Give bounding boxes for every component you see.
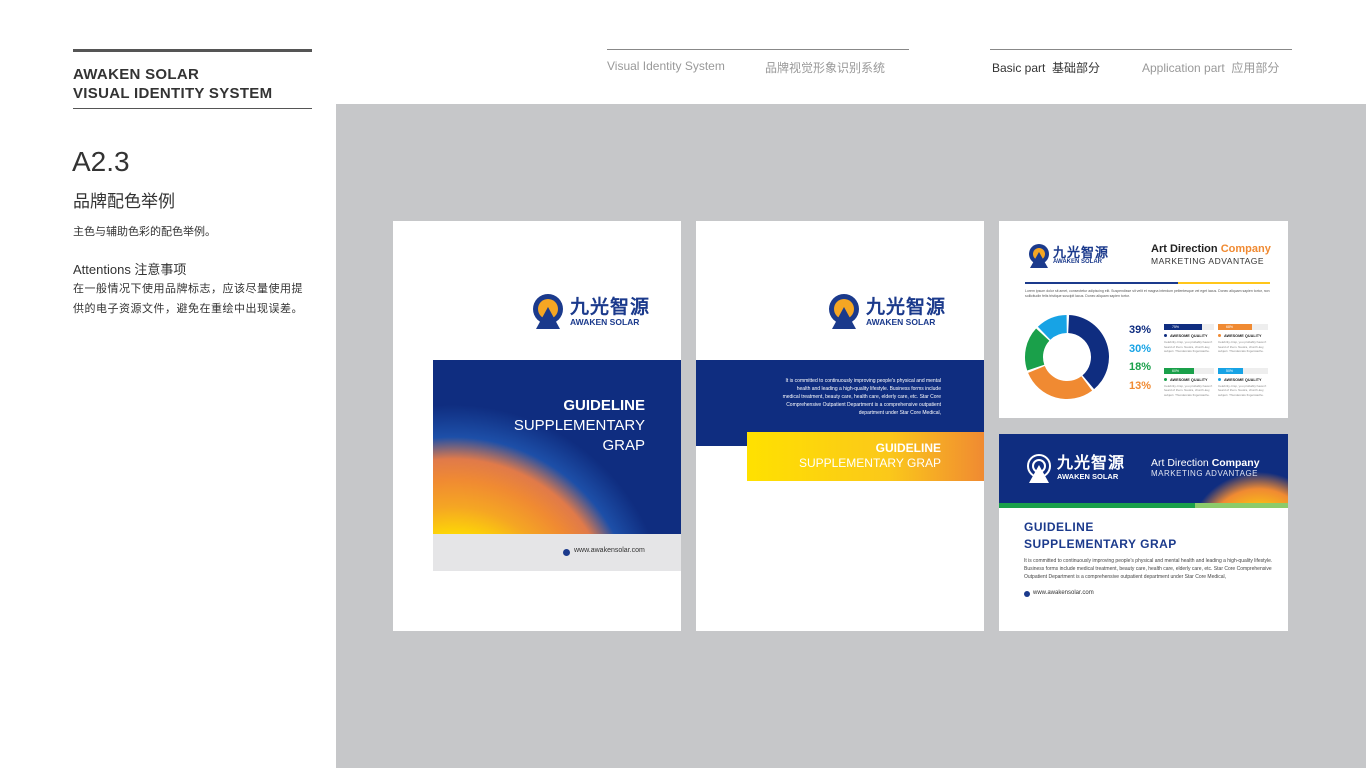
- sun-logo-icon: [533, 294, 563, 329]
- progress-desc: Celebrity crisp, you probably haven't he…: [1164, 340, 1213, 353]
- sun-logo-icon: [1029, 244, 1049, 268]
- cover-card-1: 九光智源 AWAKEN SOLAR GUIDELINE SUPPLEMENTARY…: [393, 221, 681, 631]
- attention-title: Attentions 注意事项: [73, 262, 187, 277]
- cover-subtitle: SUPPLEMENTARY GRAP: [798, 456, 941, 470]
- heading: Art Direction: [1151, 243, 1221, 255]
- globe-icon: [563, 549, 570, 556]
- nav-vis-en[interactable]: Visual Identity System: [607, 59, 725, 73]
- subheading: MARKETING ADVANTAGE: [1151, 469, 1258, 478]
- sun-logo-icon: [1027, 454, 1051, 483]
- heading: Art Direction: [1151, 457, 1212, 469]
- progress-track: 50%: [1218, 367, 1268, 374]
- nav-vis-cn[interactable]: 品牌视觉形象识别系统: [765, 59, 885, 76]
- logo-en: AWAKEN SOLAR: [570, 316, 640, 327]
- progress-fill: 68%: [1218, 324, 1252, 330]
- divider-yellow: [1178, 282, 1270, 284]
- donut-slice-30%: [1028, 366, 1093, 399]
- progress-name: AWESOME QUALITY: [1218, 377, 1268, 382]
- logo-white: 九光智源 AWAKEN SOLAR: [1025, 454, 1125, 484]
- logo-cn: 九光智源: [570, 296, 651, 318]
- globe-icon: [1024, 591, 1030, 597]
- body-text: It is committed to continuously improvin…: [1024, 558, 1273, 580]
- body-text: It is committed to continuously improvin…: [782, 378, 941, 416]
- label-39: 39%: [1129, 324, 1152, 336]
- progress-track: 60%: [1164, 367, 1214, 374]
- label-30: 30%: [1129, 342, 1152, 355]
- header-band: 九光智源 AWAKEN SOLAR Art Direction Company M…: [999, 434, 1288, 503]
- nav-rule-1: [607, 49, 909, 50]
- label-13: 13%: [1129, 379, 1152, 392]
- top-rule: [73, 49, 312, 52]
- cover-subtitle-2: GRAP: [602, 437, 645, 454]
- cover-title: GUIDELINE: [875, 441, 941, 455]
- sun-logo-icon: [829, 294, 859, 329]
- logo: 九光智源 AWAKEN SOLAR: [1027, 243, 1109, 269]
- attention-text: 在一般情况下使用品牌标志，应该尽量使用提供的电子资源文件，避免在重绘中出现误差。: [73, 283, 303, 315]
- brand-line2: VISUAL IDENTITY SYSTEM: [73, 85, 273, 102]
- cover-card-2: 九光智源 AWAKEN SOLAR It is committed to cont…: [696, 221, 984, 631]
- heading-bold: Company: [1211, 457, 1260, 469]
- brand-title: AWAKEN SOLAR VISUAL IDENTITY SYSTEM: [73, 65, 272, 103]
- logo-en: AWAKEN SOLAR: [1057, 472, 1119, 481]
- progress-item: 75% AWESOME QUALITY Celebrity crisp, you…: [1164, 324, 1214, 354]
- donut-slice-39%: [1068, 315, 1109, 390]
- progress-fill: 60%: [1164, 367, 1194, 374]
- logo-en: AWAKEN SOLAR: [866, 316, 936, 327]
- progress-name: AWESOME QUALITY: [1164, 334, 1214, 338]
- progress-track: 75%: [1164, 324, 1214, 330]
- section-title: 品牌配色举例: [73, 192, 175, 211]
- progress-track: 68%: [1218, 324, 1268, 330]
- subtitle: SUPPLEMENTARY GRAP: [1024, 537, 1177, 551]
- donut-chart: [1025, 315, 1109, 399]
- website-url: www.awakensolar.com: [1033, 590, 1094, 596]
- lorem-text: Lorem ipsum dolor sit amet, consectetur …: [1025, 289, 1270, 298]
- gradient-block: GUIDELINE SUPPLEMENTARY GRAP: [747, 432, 984, 481]
- cover-subtitle: SUPPLEMENTARY: [513, 417, 645, 434]
- heading-accent: Company: [1220, 243, 1271, 255]
- progress-name: AWESOME QUALITY: [1218, 334, 1268, 338]
- donut-labels: 39% 30% 18% 13%: [1129, 321, 1151, 395]
- logo-cn: 九光智源: [1057, 455, 1126, 472]
- logo-en: AWAKEN SOLAR: [1053, 259, 1103, 265]
- progress-desc: Celebrity crisp, you probably haven't he…: [1164, 383, 1213, 397]
- progress-bars: 75% AWESOME QUALITY Celebrity crisp, you…: [1164, 324, 1268, 397]
- progress-desc: Celebrity crisp, you probably haven't he…: [1218, 340, 1267, 353]
- nav-rule-2: [990, 49, 1292, 50]
- progress-item: 60% AWESOME QUALITY Celebrity crisp, you…: [1164, 367, 1214, 398]
- cover-title: GUIDELINE: [563, 397, 645, 414]
- blue-band: GUIDELINE SUPPLEMENTARY GRAP: [433, 360, 681, 534]
- progress-fill: 75%: [1164, 324, 1202, 330]
- section-desc: 主色与辅助色彩的配色举例。: [73, 226, 216, 238]
- section-code: A2.3: [72, 146, 130, 177]
- letterhead-card: 九光智源 AWAKEN SOLAR Art Direction Company M…: [999, 434, 1288, 631]
- infographic-card: 九光智源 AWAKEN SOLAR Art Direction Company M…: [999, 221, 1288, 418]
- website-url: www.awakensolar.com: [574, 547, 645, 554]
- logo-cn: 九光智源: [866, 296, 947, 318]
- footer-band: www.awakensolar.com: [433, 534, 681, 571]
- brand-line1: AWAKEN SOLAR: [73, 66, 200, 83]
- progress-item: 50% AWESOME QUALITY Celebrity crisp, you…: [1218, 367, 1268, 398]
- progress-item: 68% AWESOME QUALITY Celebrity crisp, you…: [1218, 324, 1268, 354]
- green-stripe: [999, 503, 1195, 508]
- label-18: 18%: [1129, 361, 1152, 373]
- progress-desc: Celebrity crisp, you probably haven't he…: [1218, 383, 1267, 397]
- lightgreen-stripe: [1195, 503, 1288, 508]
- divider-navy: [1025, 282, 1178, 284]
- logo: 九光智源 AWAKEN SOLAR: [826, 293, 946, 331]
- logo-cn: 九光智源: [1053, 245, 1110, 260]
- nav-basic[interactable]: Basic part 基础部分: [992, 59, 1100, 76]
- progress-name: AWESOME QUALITY: [1164, 377, 1214, 382]
- title: GUIDELINE: [1024, 520, 1094, 534]
- logo: 九光智源 AWAKEN SOLAR: [530, 293, 650, 331]
- subheading: MARKETING ADVANTAGE: [1151, 256, 1265, 266]
- nav-application[interactable]: Application part 应用部分: [1142, 59, 1279, 76]
- brand-rule: [73, 108, 312, 109]
- progress-fill: 50%: [1218, 367, 1243, 374]
